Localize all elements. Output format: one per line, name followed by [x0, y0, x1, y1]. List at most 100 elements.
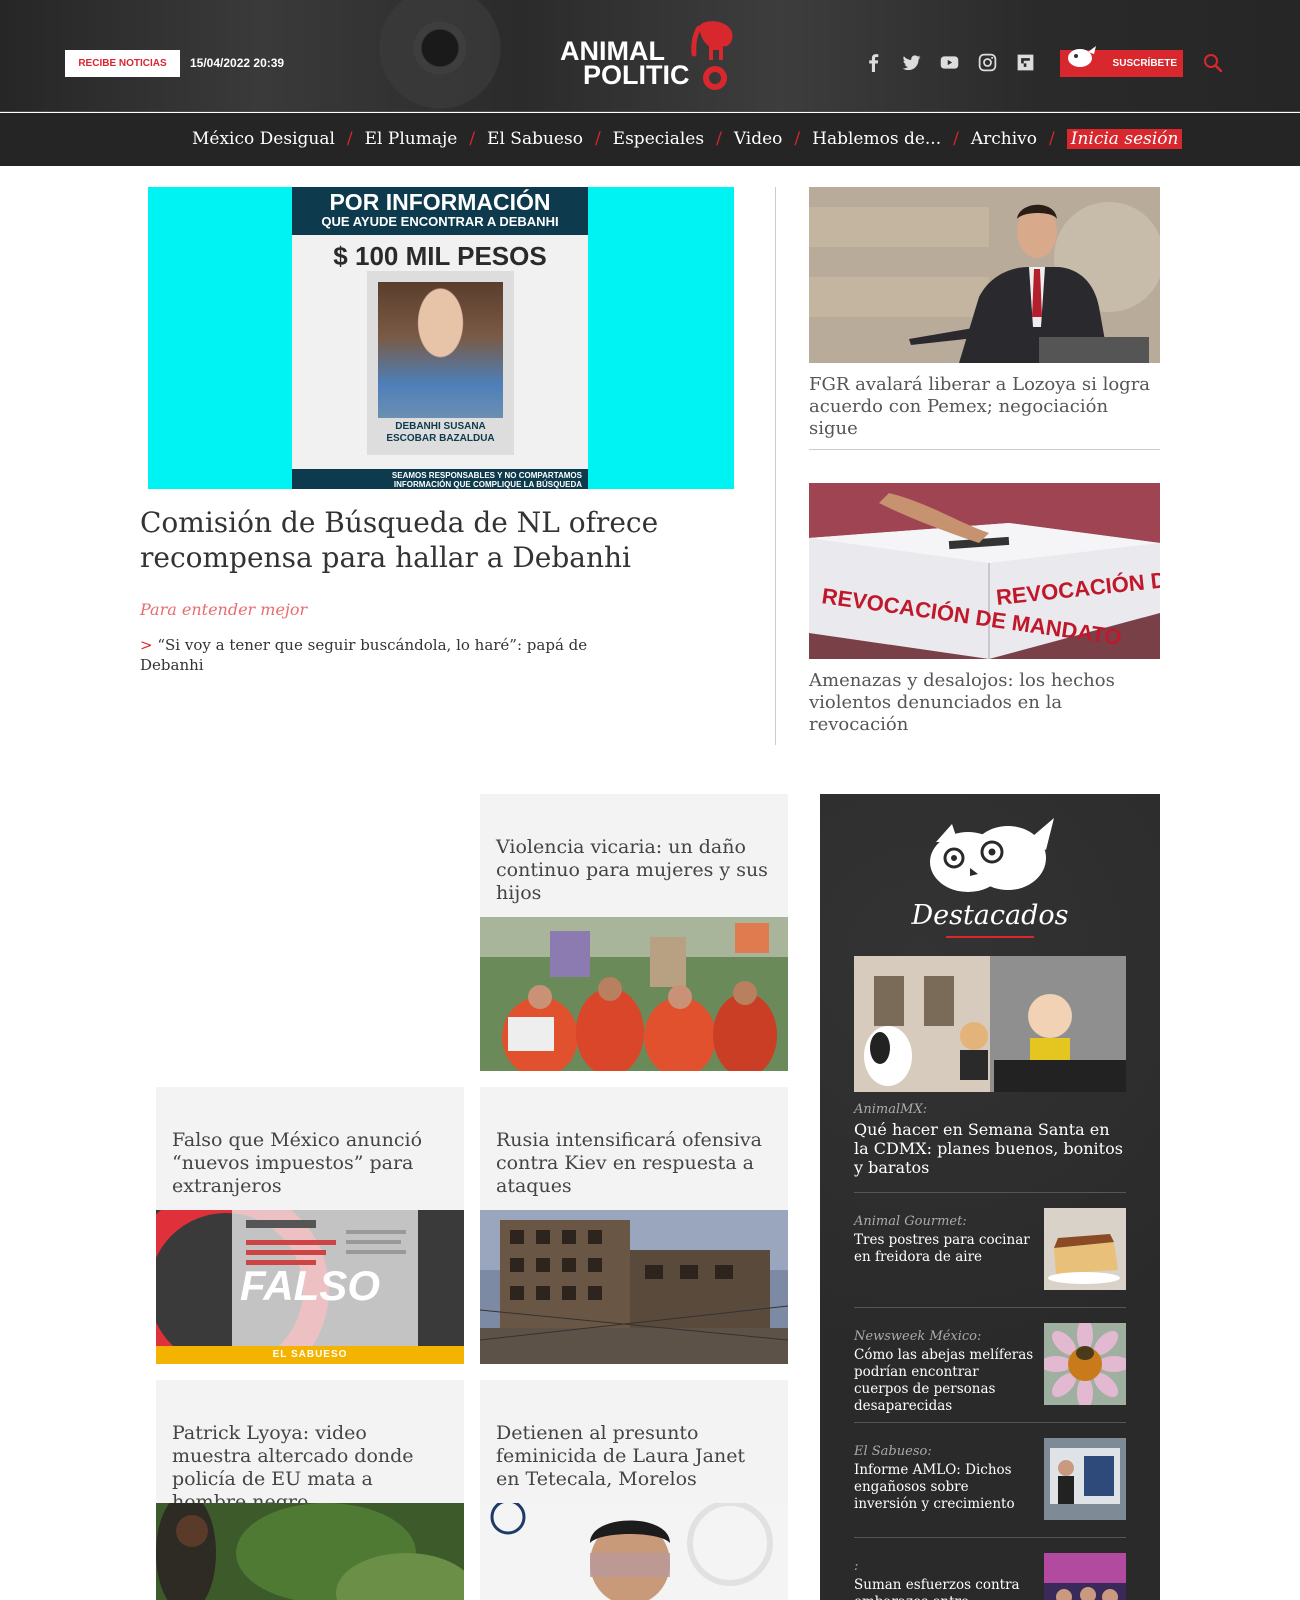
portrait-photo [378, 282, 503, 418]
elephant-logo-icon [691, 21, 733, 90]
protest-march-photo [480, 917, 788, 1071]
nav-separator: / [953, 129, 959, 149]
el-sabueso-tag: EL SABUESO [156, 1346, 464, 1364]
arrest-photo [480, 1503, 788, 1600]
owls-mascot-icon [930, 818, 1054, 892]
destacados-underline [946, 936, 1034, 938]
article-card[interactable]: Patrick Lyoya: video muestra altercado d… [156, 1380, 464, 1600]
nav-separator: / [594, 129, 601, 149]
article-card-image [480, 1210, 788, 1364]
destacados-item-category: : [854, 1559, 859, 1574]
side-story-image-lozoya[interactable] [809, 187, 1160, 363]
nav-item-video[interactable]: Video [734, 129, 783, 149]
nav-separator: / [1049, 129, 1055, 149]
poster-heading: POR INFORMACIÓN [329, 189, 551, 215]
article-card[interactable]: Falso que México anunció “nuevos impuest… [156, 1087, 464, 1364]
poster-name-line1: DEBANHI SUSANA [395, 421, 486, 432]
poster-subheading: QUE AYUDE ENCONTRAR A DEBANHI [321, 214, 559, 229]
side-story-title[interactable]: FGR avalará liberar a Lozoya si logra ac… [809, 374, 1160, 440]
falso-stamp: FALSO [240, 1262, 380, 1309]
destacados-panel: Destacados AnimalMX: Qué hacer en Semana… [820, 794, 1160, 1600]
column-divider [775, 187, 776, 745]
recibe-noticias-button[interactable]: RECIBE NOTICIAS [65, 50, 180, 77]
poster-photo: DEBANHI SUSANA ESCOBAR BAZALDUA [367, 271, 514, 455]
facebook-icon[interactable] [863, 52, 884, 73]
dessert-photo [1044, 1208, 1126, 1290]
poster-reward: $ 100 MIL PESOS [333, 241, 547, 271]
social-links [863, 52, 1036, 73]
side-story-image-ballot[interactable]: REVOCACIÓN DE MANDATO REVOCACIÓN DE MAND… [809, 483, 1160, 659]
login-link[interactable]: Inicia sesión [1066, 129, 1183, 149]
animal-politico-logo[interactable]: ANIMAL POLITIC [557, 18, 742, 90]
destacados-item-category: El Sabueso: [854, 1444, 932, 1459]
nav-item-mexico-desigual[interactable]: México Desigual [192, 129, 335, 149]
event-stage-photo [1044, 1553, 1126, 1600]
nav-item-hablemos-de[interactable]: Hablemos de... [812, 129, 941, 149]
article-card[interactable]: Rusia intensificará ofensiva contra Kiev… [480, 1087, 788, 1364]
article-card-title: Rusia intensificará ofensiva contra Kiev… [496, 1129, 762, 1197]
press-conference-photo [809, 187, 1160, 363]
poster-footer-line1: SEAMOS RESPONSABLES Y NO COMPARTAMOS [391, 471, 582, 480]
destacados-item-category: Animal Gourmet: [854, 1214, 967, 1229]
poster-footer-line2: INFORMACIÓN QUE COMPLIQUE LA BÚSQUEDA [393, 480, 582, 489]
destacados-item-thumbnail [1044, 1323, 1126, 1405]
youtube-icon[interactable] [939, 52, 960, 73]
nav-separator: / [794, 129, 801, 149]
destacados-main-category: AnimalMX: [854, 1102, 928, 1117]
article-card[interactable]: Violencia vicaria: un daño continuo para… [480, 794, 788, 1071]
flipboard-icon[interactable] [1015, 52, 1036, 73]
missing-person-poster: POR INFORMACIÓN QUE AYUDE ENCONTRAR A DE… [292, 187, 588, 489]
article-card-title: Patrick Lyoya: video muestra altercado d… [172, 1422, 414, 1513]
snoopy-exhibit-photo [854, 956, 1126, 1092]
article-card-title: Detienen al presunto feminicida de Laura… [496, 1422, 746, 1490]
destacados-main-title[interactable]: Qué hacer en Semana Santa en la CDMX: pl… [854, 1120, 1126, 1177]
government-report-photo [1044, 1438, 1126, 1520]
article-card[interactable]: Detienen al presunto feminicida de Laura… [480, 1380, 788, 1600]
nav-item-el-sabueso[interactable]: El Sabueso [487, 129, 583, 149]
bee-flower-photo [1044, 1323, 1126, 1405]
nav-item-especiales[interactable]: Especiales [613, 129, 704, 149]
nav-separator: / [716, 129, 722, 149]
article-card-image: FALSO EL SABUESO [156, 1210, 464, 1364]
nav-separator: / [469, 129, 476, 149]
side-story-title[interactable]: Amenazas y desalojos: los hechos violent… [809, 670, 1160, 736]
side-story-divider [809, 449, 1160, 450]
search-icon[interactable] [1203, 53, 1223, 77]
fact-check-graphic: FALSO [156, 1210, 464, 1364]
destacados-divider [854, 1192, 1126, 1193]
article-card-title: Falso que México anunció “nuevos impuest… [172, 1129, 423, 1197]
twitter-icon[interactable] [901, 52, 922, 73]
destacados-main-image[interactable] [854, 956, 1126, 1092]
related-link-text: “Si voy a tener que seguir buscándola, l… [140, 636, 588, 674]
bird-mascot-icon [1068, 46, 1096, 67]
destacados-divider [854, 1307, 1126, 1308]
instagram-icon[interactable] [977, 52, 998, 73]
destacados-divider [854, 1537, 1126, 1538]
article-card-image [480, 917, 788, 1071]
poster-name-line2: ESCOBAR BAZALDUA [386, 433, 495, 444]
related-link[interactable]: > “Si voy a tener que seguir buscándola,… [140, 635, 610, 675]
article-card-image [480, 1503, 788, 1600]
lead-story-title[interactable]: Comisión de Búsqueda de NL ofrece recomp… [140, 505, 700, 575]
ballot-box-photo: REVOCACIÓN DE MANDATO REVOCACIÓN DE MAND… [809, 483, 1160, 659]
article-card-title: Violencia vicaria: un daño continuo para… [496, 836, 768, 904]
related-marker: > [140, 636, 153, 654]
destacados-item-thumbnail [1044, 1553, 1126, 1600]
related-label: Para entender mejor [140, 600, 308, 619]
nav-item-el-plumaje[interactable]: El Plumaje [365, 129, 458, 149]
subscribe-button[interactable]: SUSCRÍBETE [1060, 46, 1183, 77]
logo-word-politic: POLITIC [583, 60, 690, 90]
destacados-title: Destacados [911, 900, 1069, 931]
destacados-item-thumbnail [1044, 1208, 1126, 1290]
nav-menu: México Desigual / El Plumaje / El Sabues… [192, 129, 1183, 149]
destacados-item-title: Cómo las abejas melíferas podrían encont… [854, 1347, 1034, 1414]
destacados-item-thumbnail [1044, 1438, 1126, 1520]
lead-story-image[interactable]: POR INFORMACIÓN QUE AYUDE ENCONTRAR A DE… [148, 187, 734, 489]
destacados-item-title: Suman esfuerzos contra embarazos entre [854, 1577, 1020, 1600]
bodycam-video-still [156, 1503, 464, 1600]
nav-item-archivo[interactable]: Archivo [971, 129, 1037, 149]
destroyed-building-photo [480, 1210, 788, 1364]
article-card-image [156, 1503, 464, 1600]
destacados-item-title: Informe AMLO: Dichos engañosos sobre inv… [854, 1462, 1015, 1512]
eagle-eye-background [330, 0, 550, 111]
